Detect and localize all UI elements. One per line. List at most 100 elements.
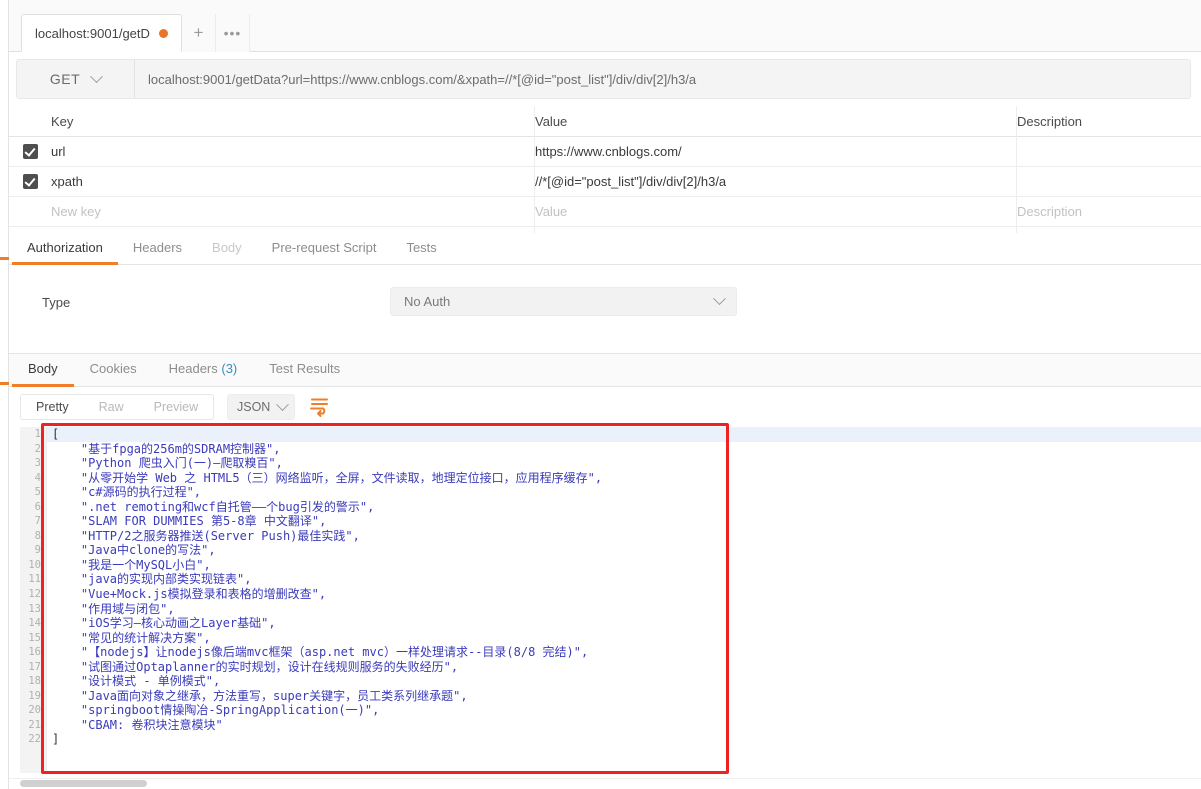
view-mode-raw[interactable]: Raw xyxy=(84,395,139,419)
table-row[interactable]: url https://www.cnblogs.com/ xyxy=(9,137,1201,167)
line-number: 19 xyxy=(28,689,41,702)
row-checkbox-cell[interactable] xyxy=(9,144,51,159)
row-key[interactable]: url xyxy=(51,144,535,159)
auth-type-select[interactable]: No Auth xyxy=(390,287,737,316)
code-line: "【nodejs】让nodejs像后端mvc框架（asp.net mvc）一样处… xyxy=(52,645,589,660)
checkbox-checked-icon[interactable] xyxy=(22,144,38,159)
line-number: 12 xyxy=(28,588,41,601)
line-number: 15 xyxy=(28,631,41,644)
line-number: 6 xyxy=(34,500,41,513)
code-line: "我是一个MySQL小白", xyxy=(52,557,211,572)
table-header-row: Key Value Description xyxy=(9,106,1201,137)
code-line: "springboot情操陶冶-SpringApplication(一)", xyxy=(52,703,380,718)
tab-response-cookies[interactable]: Cookies xyxy=(74,361,153,386)
response-format-select[interactable]: JSON xyxy=(227,394,295,420)
code-line: "Java面向对象之继承，方法重写，super关键字，员工类系列继承题", xyxy=(52,688,468,703)
line-number: 7 xyxy=(34,515,41,528)
wrap-lines-icon[interactable] xyxy=(309,395,331,417)
column-divider-description xyxy=(1016,106,1017,233)
table-row[interactable]: xpath //*[@id="post_list"]/div/div[2]/h3… xyxy=(9,167,1201,197)
code-line: "Python 爬虫入门(一)—爬取糗百", xyxy=(52,456,283,471)
tab-test-results[interactable]: Test Results xyxy=(253,361,356,386)
line-number: 16 xyxy=(28,646,41,659)
line-number: 14 xyxy=(28,617,41,630)
code-line: "iOS学习—核心动画之Layer基础", xyxy=(52,616,276,631)
chevron-down-icon xyxy=(90,69,104,83)
left-accent-response xyxy=(0,382,9,385)
http-method-label: GET xyxy=(49,71,81,87)
code-line: "作用域与闭包", xyxy=(52,601,175,616)
code-line: "Vue+Mock.js模拟登录和表格的增删改查", xyxy=(52,587,327,602)
tab-strip: localhost:9001/getD + ••• xyxy=(21,14,250,52)
row-value[interactable]: //*[@id="post_list"]/div/div[2]/h3/a xyxy=(535,174,1017,189)
line-number: 17 xyxy=(28,660,41,673)
new-key-input[interactable]: New key xyxy=(51,204,535,219)
response-format-value: JSON xyxy=(237,400,271,414)
row-value[interactable]: https://www.cnblogs.com/ xyxy=(535,144,1017,159)
line-number: 3 xyxy=(34,457,41,470)
code-line: "试图通过Optaplanner的实时规划，设计在线规则服务的失败经历", xyxy=(52,659,459,674)
code-line: "设计模式 - 单例模式", xyxy=(52,674,221,689)
tab-response-body[interactable]: Body xyxy=(12,361,74,387)
line-number-gutter: 1 2 3 4 5 6 7 8 9 10 11 12 13 14 15 16 17 18 19 20 21 22 xyxy=(20,427,47,773)
request-tab-bar: localhost:9001/getD + ••• xyxy=(9,0,1201,52)
new-tab-button[interactable]: + xyxy=(181,14,216,52)
row-checkbox-cell[interactable] xyxy=(9,174,51,189)
line-number: 1 xyxy=(34,428,41,440)
code-line: "Java中clone的写法", xyxy=(52,543,216,558)
view-mode-pretty[interactable]: Pretty xyxy=(21,395,84,419)
table-row-new[interactable]: New key Value Description xyxy=(9,197,1201,227)
view-mode-preview[interactable]: Preview xyxy=(139,395,213,419)
line-number: 10 xyxy=(28,558,41,571)
response-toolbar: Pretty Raw Preview JSON xyxy=(9,387,1201,427)
request-section-tabs: Authorization Headers Body Pre-request S… xyxy=(9,233,1201,265)
response-body-viewer[interactable]: 1 2 3 4 5 6 7 8 9 10 11 12 13 14 15 16 17 18 19 20 21 22 [ "基… xyxy=(9,427,1201,789)
code-line: "HTTP/2之服务器推送(Server Push)最佳实践", xyxy=(52,528,360,543)
request-tab[interactable]: localhost:9001/getD xyxy=(21,14,182,52)
new-value-input[interactable]: Value xyxy=(535,204,1017,219)
http-method-selector[interactable]: GET xyxy=(17,60,135,98)
checkbox-checked-icon[interactable] xyxy=(22,174,38,189)
code-line: "基于fpga的256m的SDRAM控制器", xyxy=(52,441,281,456)
chevron-down-icon xyxy=(713,292,726,306)
code-line: "SLAM FOR DUMMIES 第5-8章 中文翻译", xyxy=(52,514,327,529)
tab-tests[interactable]: Tests xyxy=(391,240,451,264)
horizontal-scrollbar-thumb[interactable] xyxy=(20,780,147,787)
line-number: 20 xyxy=(28,704,41,717)
left-accent-request xyxy=(0,257,9,260)
postman-window: localhost:9001/getD + ••• GET localhost:… xyxy=(0,0,1201,789)
chevron-down-icon xyxy=(276,397,289,411)
code-line: "CBAM: 卷积块注意模块" xyxy=(52,717,223,732)
url-bar-inner: GET localhost:9001/getData?url=https://w… xyxy=(16,59,1191,99)
query-params-table: Key Value Description url https://www.cn… xyxy=(9,106,1201,233)
tab-headers[interactable]: Headers xyxy=(118,240,197,264)
row-key[interactable]: xpath xyxy=(51,174,535,189)
line-number: 8 xyxy=(34,529,41,542)
tab-pre-request-script[interactable]: Pre-request Script xyxy=(257,240,392,264)
code-line: "c#源码的执行过程", xyxy=(52,485,202,500)
horizontal-scrollbar-track[interactable] xyxy=(9,778,1201,789)
code-line: [ xyxy=(47,427,1201,442)
new-description-input[interactable]: Description xyxy=(1017,204,1201,219)
json-code-area[interactable]: [ "基于fpga的256m的SDRAM控制器", "Python 爬虫入门(一… xyxy=(47,427,1201,773)
tab-body[interactable]: Body xyxy=(197,240,257,264)
left-rail xyxy=(0,0,9,789)
tab-response-headers-label: Headers xyxy=(168,361,218,376)
header-value: Value xyxy=(535,113,568,129)
code-line: "java的实现内部类实现链表", xyxy=(52,572,252,587)
line-number: 4 xyxy=(34,471,41,484)
tab-authorization[interactable]: Authorization xyxy=(12,240,118,265)
response-section-tabs: Body Cookies Headers (3) Test Results xyxy=(9,353,1201,387)
url-bar: GET localhost:9001/getData?url=https://w… xyxy=(9,52,1201,106)
code-line: "常见的统计解决方案", xyxy=(52,630,211,645)
line-number: 13 xyxy=(28,602,41,615)
auth-type-value: No Auth xyxy=(404,294,451,309)
header-description: Description xyxy=(1017,113,1083,129)
url-input[interactable]: localhost:9001/getData?url=https://www.c… xyxy=(135,60,1190,98)
tab-response-headers[interactable]: Headers (3) xyxy=(153,361,254,386)
line-number: 11 xyxy=(28,573,41,586)
column-divider-value xyxy=(534,106,535,233)
tab-options-button[interactable]: ••• xyxy=(215,14,250,52)
request-tab-label: localhost:9001/getD xyxy=(35,25,150,41)
line-number: 22 xyxy=(28,733,41,746)
